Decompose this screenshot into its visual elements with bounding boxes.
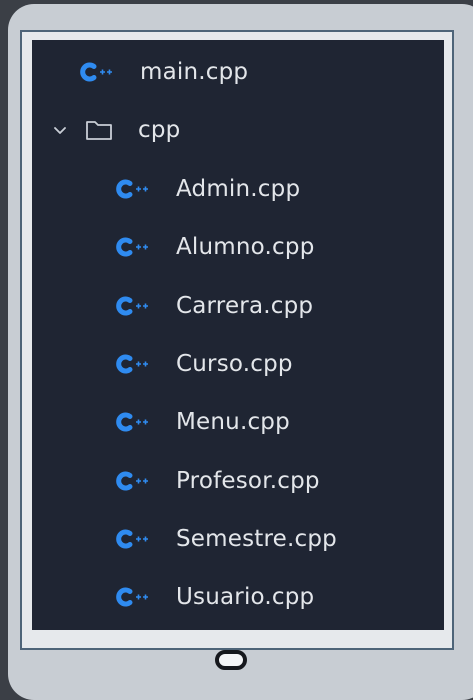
file-item[interactable]: Curso.cpp (114, 335, 293, 393)
cpp-file-icon (114, 469, 150, 493)
cpp-file-icon (114, 410, 150, 434)
cpp-file-icon (114, 177, 150, 201)
file-label: Alumno.cpp (176, 234, 315, 261)
file-item[interactable]: Alumno.cpp (114, 218, 315, 276)
file-item[interactable]: Semestre.cpp (114, 510, 337, 568)
cpp-file-icon (114, 235, 150, 259)
file-label: Carrera.cpp (176, 292, 314, 319)
screen-bezel: main.cpp cpp Admin.cpp Alumno.cpp Carrera.… (20, 30, 454, 650)
folder-icon (84, 118, 114, 142)
cpp-file-icon (114, 294, 150, 318)
file-label: Menu.cpp (176, 409, 290, 436)
file-item[interactable]: Usuario.cpp (114, 568, 314, 626)
file-item[interactable]: Admin.cpp (114, 160, 300, 218)
folder-label: cpp (138, 117, 181, 143)
file-label: main.cpp (140, 59, 249, 85)
tablet-frame: main.cpp cpp Admin.cpp Alumno.cpp Carrera.… (8, 4, 473, 700)
cpp-file-icon (114, 352, 150, 376)
file-label: Curso.cpp (176, 350, 293, 377)
file-label: Usuario.cpp (176, 584, 315, 611)
file-label: Profesor.cpp (176, 467, 320, 494)
cpp-file-icon (114, 527, 150, 551)
cpp-file-icon (78, 60, 114, 84)
file-item[interactable]: Profesor.cpp (114, 452, 320, 510)
file-label: Admin.cpp (176, 176, 301, 202)
folder-item-cpp[interactable]: cpp (50, 101, 180, 159)
file-item[interactable]: Menu.cpp (114, 393, 290, 451)
chevron-down-icon[interactable] (50, 120, 70, 140)
file-label: Semestre.cpp (176, 525, 337, 552)
file-item[interactable]: Carrera.cpp (114, 277, 313, 335)
home-button[interactable] (215, 650, 247, 670)
file-item-main[interactable]: main.cpp (78, 43, 248, 101)
cpp-file-icon (114, 585, 150, 609)
file-explorer-panel: main.cpp cpp Admin.cpp Alumno.cpp Carrera.… (32, 40, 444, 630)
